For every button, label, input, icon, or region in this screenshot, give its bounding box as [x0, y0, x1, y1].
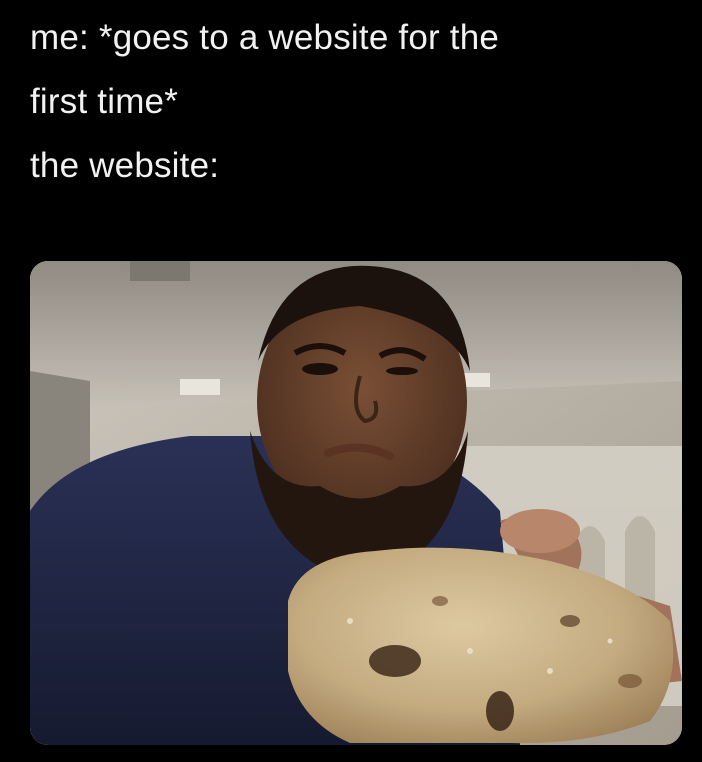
ceiling-light — [180, 379, 220, 395]
meme-caption: me: *goes to a website for the first tim… — [30, 6, 680, 198]
photo-illustration — [30, 261, 682, 745]
meme-photo — [30, 261, 682, 745]
caption-line-1: me: *goes to a website for the — [30, 18, 500, 57]
caption-line-3: the website: — [30, 146, 220, 185]
meme-page: me: *goes to a website for the first tim… — [0, 0, 702, 762]
caption-line-2: first time* — [30, 82, 179, 121]
ceiling-vent — [130, 261, 190, 281]
right-eye — [386, 367, 418, 375]
left-eye — [302, 363, 338, 375]
